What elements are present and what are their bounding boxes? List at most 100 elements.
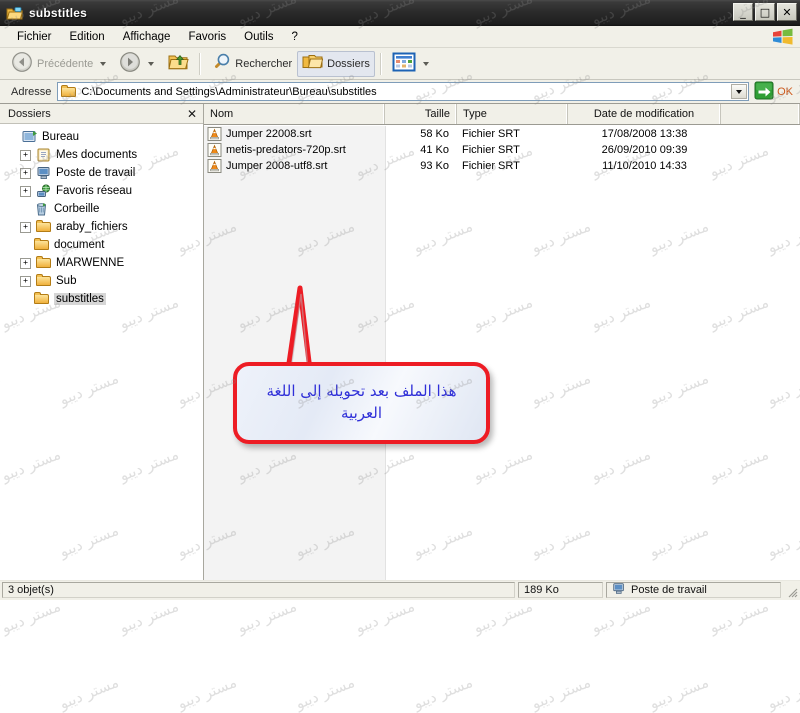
watermark-text: مستر ديبو bbox=[470, 597, 536, 637]
watermark-text: مستر ديبو bbox=[56, 673, 122, 713]
file-size-cell: 41 Ko bbox=[420, 144, 449, 156]
file-date-cell: 11/10/2010 14:33 bbox=[602, 160, 687, 172]
up-folder-icon bbox=[167, 52, 189, 75]
menu-item-favoris[interactable]: Favoris bbox=[179, 29, 235, 45]
tree-expander-icon[interactable]: + bbox=[20, 257, 31, 269]
tree-item-document[interactable]: document bbox=[6, 236, 203, 254]
computer-icon bbox=[36, 166, 52, 180]
vlc-cone-icon bbox=[207, 143, 222, 157]
views-tiles-icon bbox=[392, 52, 416, 75]
table-row[interactable]: metis-predators-720p.srt 41 Ko Fichier S… bbox=[204, 142, 800, 158]
watermark-text: مستر ديبو bbox=[646, 673, 712, 713]
minimize-button[interactable]: _ bbox=[733, 3, 753, 21]
views-chevron-down-icon[interactable] bbox=[422, 61, 429, 66]
folders-pane: Dossiers ✕ Bureau + Mes documents + Post… bbox=[0, 104, 204, 580]
window-controls: _ □ ✕ bbox=[733, 3, 797, 21]
magnifier-icon bbox=[211, 52, 231, 75]
back-label: Précédente bbox=[37, 57, 94, 70]
folders-icon bbox=[302, 53, 324, 74]
watermark-text: مستر ديبو bbox=[0, 597, 64, 637]
file-size-cell: 58 Ko bbox=[420, 128, 449, 140]
chevron-down-icon bbox=[736, 89, 743, 94]
file-name-text: Jumper 2008-utf8.srt bbox=[226, 160, 328, 172]
menu-item-fichier[interactable]: Fichier bbox=[8, 29, 61, 45]
go-label: OK bbox=[777, 85, 793, 98]
network-icon bbox=[36, 184, 52, 198]
recycle-bin-icon bbox=[34, 202, 50, 216]
tree-expander-icon[interactable]: + bbox=[20, 275, 31, 287]
views-button[interactable] bbox=[387, 51, 437, 77]
table-row[interactable]: Jumper 2008-utf8.srt 93 Ko Fichier SRT 1… bbox=[204, 158, 800, 174]
address-dropdown-button[interactable] bbox=[731, 84, 748, 99]
tree-expander-icon[interactable]: + bbox=[20, 221, 31, 233]
watermark-text: مستر ديبو bbox=[174, 673, 240, 713]
status-total-size: 189 Ko bbox=[518, 582, 603, 598]
tree-item-sub[interactable]: + Sub bbox=[6, 272, 203, 290]
explorer-window: substitles _ □ ✕ Fichier Edition Afficha… bbox=[0, 0, 800, 600]
table-row[interactable]: Jumper 22008.srt 58 Ko Fichier SRT 17/08… bbox=[204, 126, 800, 142]
menu-item-help[interactable]: ? bbox=[283, 29, 307, 45]
tree-item-label: Favoris réseau bbox=[56, 185, 133, 197]
tree-item-araby-fichiers[interactable]: + araby_fichiers bbox=[6, 218, 203, 236]
tree-item-corbeille[interactable]: Corbeille bbox=[6, 200, 203, 218]
tree-expander-icon[interactable]: + bbox=[20, 149, 31, 161]
address-input[interactable]: C:\Documents and Settings\Administrateur… bbox=[57, 82, 750, 101]
tree-item-favoris-reseau[interactable]: + Favoris réseau bbox=[6, 182, 203, 200]
watermark-text: مستر ديبو bbox=[292, 673, 358, 713]
folders-button[interactable]: Dossiers bbox=[297, 50, 375, 77]
watermark-text: مستر ديبو bbox=[528, 673, 594, 713]
watermark-text: مستر ديبو bbox=[0, 673, 4, 713]
toolbar-separator-1 bbox=[199, 52, 202, 75]
close-button[interactable]: ✕ bbox=[777, 3, 797, 21]
tree-item-poste-de-travail[interactable]: + Poste de travail bbox=[6, 164, 203, 182]
vlc-cone-icon bbox=[207, 159, 222, 173]
folders-pane-header: Dossiers ✕ bbox=[0, 104, 203, 124]
watermark-text: مستر ديبو bbox=[410, 673, 476, 713]
tree-item-marwenne[interactable]: + MARWENNE bbox=[6, 254, 203, 272]
forward-chevron-down-icon[interactable] bbox=[148, 61, 155, 66]
folders-pane-close-icon[interactable]: ✕ bbox=[187, 107, 197, 121]
up-button[interactable] bbox=[162, 51, 194, 77]
address-label: Adresse bbox=[11, 85, 52, 98]
menu-item-affichage[interactable]: Affichage bbox=[114, 29, 180, 45]
tree-expander-icon[interactable]: + bbox=[20, 167, 31, 179]
file-type-cell: Fichier SRT bbox=[462, 144, 520, 156]
file-name-cell: metis-predators-720p.srt bbox=[204, 143, 385, 157]
file-list-header: Nom Taille Type Date de modification bbox=[204, 104, 800, 125]
tree-item-bureau[interactable]: Bureau bbox=[6, 128, 203, 146]
tree-item-substitles[interactable]: substitles bbox=[6, 290, 203, 308]
tree-item-label: Mes documents bbox=[56, 149, 138, 161]
back-chevron-down-icon[interactable] bbox=[100, 61, 107, 66]
resize-grip[interactable] bbox=[784, 582, 798, 598]
tree-item-mes-documents[interactable]: + Mes documents bbox=[6, 146, 203, 164]
column-header-date[interactable]: Date de modification bbox=[568, 104, 721, 124]
file-type-cell: Fichier SRT bbox=[462, 128, 520, 140]
file-size-cell: 93 Ko bbox=[420, 160, 449, 172]
back-button[interactable]: Précédente bbox=[6, 51, 114, 77]
name-column-divider bbox=[385, 126, 386, 580]
menu-item-edition[interactable]: Edition bbox=[61, 29, 114, 45]
menu-item-outils[interactable]: Outils bbox=[235, 29, 282, 45]
search-button[interactable]: Rechercher bbox=[206, 51, 297, 77]
tree-item-label: document bbox=[54, 239, 105, 251]
back-arrow-icon bbox=[11, 51, 33, 76]
search-label: Rechercher bbox=[235, 57, 293, 70]
forward-button[interactable] bbox=[114, 51, 162, 77]
folder-icon bbox=[34, 238, 50, 252]
file-name-text: metis-predators-720p.srt bbox=[226, 144, 346, 156]
folder-icon bbox=[61, 85, 77, 98]
title-bar: substitles _ □ ✕ bbox=[0, 0, 800, 26]
file-date-cell: 26/09/2010 09:39 bbox=[601, 144, 688, 156]
file-rows: Jumper 22008.srt 58 Ko Fichier SRT 17/08… bbox=[204, 126, 800, 174]
tree-expander-icon[interactable]: + bbox=[20, 185, 31, 197]
watermark-text: مستر ديبو bbox=[116, 597, 182, 637]
toolbar-separator-2 bbox=[379, 52, 382, 75]
tree-item-label: Bureau bbox=[42, 131, 80, 143]
desktop-icon bbox=[22, 130, 38, 144]
maximize-button[interactable]: □ bbox=[755, 3, 775, 21]
column-header-type[interactable]: Type bbox=[457, 104, 568, 124]
vlc-cone-icon bbox=[207, 127, 222, 141]
column-header-nom[interactable]: Nom bbox=[204, 104, 385, 124]
go-button[interactable]: OK bbox=[754, 81, 793, 103]
column-header-taille[interactable]: Taille bbox=[385, 104, 457, 124]
